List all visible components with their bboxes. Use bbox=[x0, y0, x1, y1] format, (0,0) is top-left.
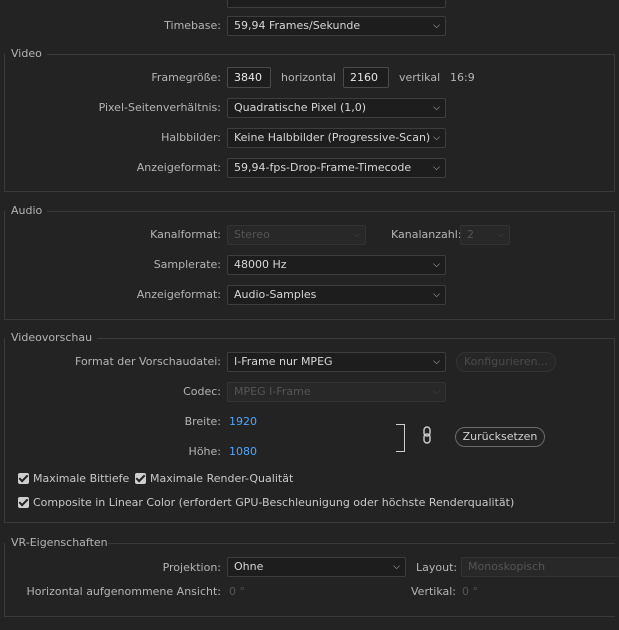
configure-button[interactable]: Konfigurieren... bbox=[456, 352, 556, 372]
frame-width-input[interactable]: 3840 bbox=[227, 67, 271, 88]
video-display-format-label: Anzeigeformat: bbox=[136, 161, 221, 174]
chevron-down-icon: ⌵ bbox=[353, 230, 360, 240]
audio-display-format-value: Audio-Samples bbox=[234, 288, 317, 301]
timebase-value: 59,94 Frames/Sekunde bbox=[234, 19, 361, 32]
link-icon[interactable] bbox=[420, 426, 434, 444]
reset-button[interactable]: Zurücksetzen bbox=[455, 427, 545, 447]
layout-dropdown[interactable]: Monoskopisch bbox=[461, 557, 619, 577]
projection-value: Ohne bbox=[234, 560, 264, 573]
codec-value: MPEG I-Frame bbox=[234, 385, 311, 398]
chevron-down-icon: ⌵ bbox=[497, 230, 504, 240]
timebase-dropdown[interactable]: 59,94 Frames/Sekunde ⌵ bbox=[227, 16, 446, 36]
composite-linear-label: Composite in Linear Color (erfordert GPU… bbox=[33, 496, 515, 509]
chevron-down-icon: ⌵ bbox=[433, 260, 440, 270]
aspect-ratio-text: 16:9 bbox=[450, 71, 475, 84]
vertical-view-value[interactable]: 0 ° bbox=[462, 585, 478, 598]
preview-format-value: I-Frame nur MPEG bbox=[234, 355, 333, 368]
channel-count-dropdown[interactable]: 2 ⌵ bbox=[460, 225, 510, 245]
pixel-aspect-label: Pixel-Seitenverhältnis: bbox=[98, 101, 221, 114]
chevron-down-icon: ⌵ bbox=[433, 387, 440, 397]
preview-width-value[interactable]: 1920 bbox=[229, 415, 257, 428]
frame-height-input[interactable]: 2160 bbox=[343, 67, 389, 88]
chevron-down-icon: ⌵ bbox=[433, 133, 440, 143]
max-bit-depth-label: Maximale Bittiefe bbox=[33, 472, 130, 485]
channel-count-label: Kanalanzahl: bbox=[391, 228, 462, 241]
projection-label: Projektion: bbox=[162, 561, 221, 574]
vr-section-box bbox=[4, 543, 615, 617]
fields-value: Keine Halbbilder (Progressive-Scan) bbox=[234, 131, 431, 144]
channel-format-value: Stereo bbox=[234, 228, 270, 241]
fields-dropdown[interactable]: Keine Halbbilder (Progressive-Scan) ⌵ bbox=[227, 128, 446, 148]
video-display-format-dropdown[interactable]: 59,94-fps-Drop-Frame-Timecode ⌵ bbox=[227, 158, 446, 178]
codec-dropdown[interactable]: MPEG I-Frame ⌵ bbox=[227, 382, 446, 402]
preview-format-label: Format der Vorschaudatei: bbox=[75, 355, 221, 368]
audio-display-format-dropdown[interactable]: Audio-Samples ⌵ bbox=[227, 285, 446, 305]
video-display-format-value: 59,94-fps-Drop-Frame-Timecode bbox=[234, 161, 412, 174]
pixel-aspect-dropdown[interactable]: Quadratische Pixel (1,0) ⌵ bbox=[227, 98, 446, 118]
chevron-down-icon: ⌵ bbox=[433, 163, 440, 173]
chevron-down-icon: ⌵ bbox=[433, 21, 440, 31]
link-bracket bbox=[396, 424, 405, 452]
h-view-label: Horizontal aufgenommene Ansicht: bbox=[26, 585, 221, 598]
vertical-label: vertikal bbox=[399, 71, 441, 84]
fields-label: Halbbilder: bbox=[161, 131, 221, 144]
chevron-down-icon: ⌵ bbox=[433, 290, 440, 300]
preview-height-label: Höhe: bbox=[188, 445, 221, 458]
preview-width-label: Breite: bbox=[184, 415, 221, 428]
max-bit-depth-checkbox[interactable]: Maximale Bittiefe bbox=[18, 471, 129, 487]
check-icon bbox=[18, 473, 29, 484]
channel-format-label: Kanalformat: bbox=[150, 228, 221, 241]
channel-format-dropdown[interactable]: Stereo ⌵ bbox=[227, 225, 366, 245]
layout-label: Layout: bbox=[416, 561, 458, 574]
frame-size-label: Framegröße: bbox=[151, 71, 221, 84]
layout-value: Monoskopisch bbox=[468, 560, 546, 573]
vertical-view-label: Vertikal: bbox=[411, 585, 457, 598]
preview-format-dropdown[interactable]: I-Frame nur MPEG ⌵ bbox=[227, 352, 446, 372]
max-render-quality-checkbox[interactable]: Maximale Render-Qualität bbox=[135, 471, 293, 487]
projection-dropdown[interactable]: Ohne ⌵ bbox=[227, 557, 406, 577]
composite-linear-checkbox[interactable]: Composite in Linear Color (erfordert GPU… bbox=[18, 495, 514, 511]
chevron-down-icon: ⌵ bbox=[433, 0, 440, 7]
top-dropdown-partial[interactable]: ⌵ bbox=[227, 0, 446, 8]
timebase-label: Timebase: bbox=[164, 19, 221, 32]
check-icon bbox=[18, 497, 29, 508]
horizontal-label: horizontal bbox=[281, 71, 336, 84]
channel-count-value: 2 bbox=[467, 228, 474, 241]
sample-rate-dropdown[interactable]: 48000 Hz ⌵ bbox=[227, 255, 446, 275]
chevron-down-icon: ⌵ bbox=[393, 562, 400, 572]
chevron-down-icon: ⌵ bbox=[433, 357, 440, 367]
preview-height-value[interactable]: 1080 bbox=[229, 445, 257, 458]
check-icon bbox=[135, 473, 146, 484]
sample-rate-value: 48000 Hz bbox=[234, 258, 287, 271]
codec-label: Codec: bbox=[183, 385, 221, 398]
chevron-down-icon: ⌵ bbox=[433, 103, 440, 113]
max-render-quality-label: Maximale Render-Qualität bbox=[150, 472, 294, 485]
audio-display-format-label: Anzeigeformat: bbox=[136, 288, 221, 301]
sample-rate-label: Samplerate: bbox=[153, 258, 221, 271]
h-view-value[interactable]: 0 ° bbox=[229, 585, 245, 598]
pixel-aspect-value: Quadratische Pixel (1,0) bbox=[234, 101, 367, 114]
